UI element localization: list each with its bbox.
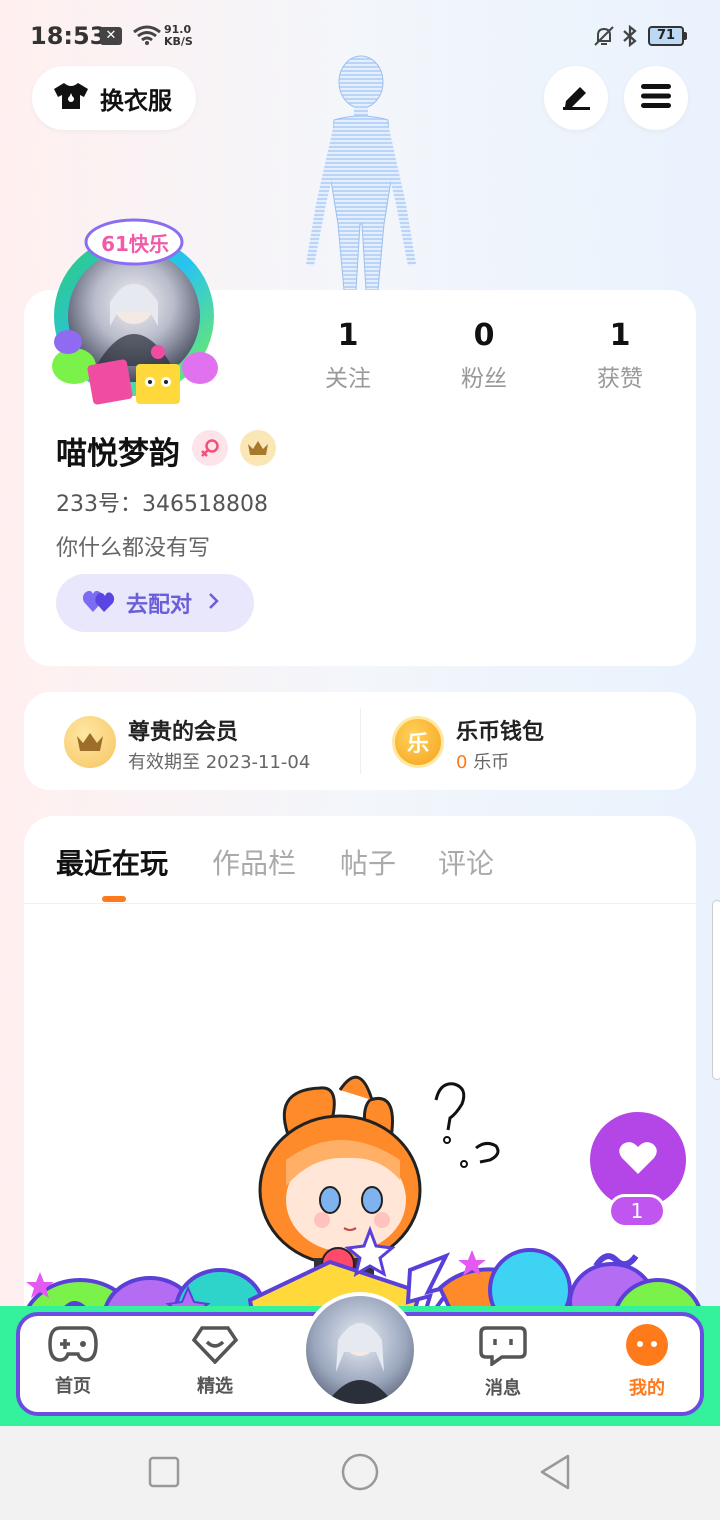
tab-comments[interactable]: 评论 bbox=[438, 842, 494, 882]
nav-messages[interactable]: 消息 bbox=[448, 1324, 558, 1400]
tab-indicator bbox=[102, 896, 126, 902]
coin-icon[interactable]: 乐 bbox=[392, 716, 444, 768]
stat-fans[interactable]: 0 粉丝 bbox=[424, 318, 544, 393]
stat-following[interactable]: 1 关注 bbox=[288, 318, 408, 393]
face-icon bbox=[625, 1324, 669, 1370]
status-time: 18:53 bbox=[30, 22, 107, 50]
following-label: 关注 bbox=[325, 366, 371, 392]
wifi-icon bbox=[132, 24, 162, 50]
nav-home[interactable]: 首页 bbox=[18, 1324, 128, 1398]
hologram-figure[interactable] bbox=[296, 54, 426, 291]
nav-featured-label: 精选 bbox=[197, 1376, 233, 1397]
likes-label: 获赞 bbox=[597, 366, 643, 392]
side-scroll-handle[interactable] bbox=[712, 900, 720, 1080]
nav-featured[interactable]: 精选 bbox=[160, 1324, 270, 1398]
fans-label: 粉丝 bbox=[461, 366, 507, 392]
menu-button[interactable] bbox=[624, 66, 688, 130]
wallet-unit: 乐币 bbox=[473, 752, 510, 773]
net-speed-unit: KB/S bbox=[164, 35, 193, 48]
avatar-badge-text: 61快乐 bbox=[101, 232, 169, 256]
gamepad-icon bbox=[48, 1326, 98, 1368]
bluetooth-icon bbox=[620, 24, 640, 52]
change-outfit-button[interactable]: 换衣服 bbox=[32, 66, 196, 130]
net-speed: 91.0 KB/S bbox=[164, 24, 193, 48]
vip-crown-icon[interactable] bbox=[240, 430, 276, 466]
tshirt-icon bbox=[52, 81, 90, 115]
nav-profile-label: 我的 bbox=[629, 1378, 665, 1399]
battery-indicator: 71 bbox=[648, 26, 684, 46]
double-heart-icon bbox=[82, 588, 116, 618]
fans-count: 0 bbox=[473, 318, 495, 353]
match-label: 去配对 bbox=[126, 593, 193, 618]
stat-likes[interactable]: 1 获赞 bbox=[560, 318, 680, 393]
chevron-right-icon bbox=[208, 592, 220, 614]
nav-messages-label: 消息 bbox=[485, 1378, 521, 1399]
notification-icon: ✕ bbox=[100, 27, 122, 45]
tab-works[interactable]: 作品栏 bbox=[212, 842, 296, 882]
heart-icon bbox=[618, 1140, 658, 1180]
tab-recently-played[interactable]: 最近在玩 bbox=[56, 842, 168, 882]
chat-icon bbox=[478, 1326, 528, 1370]
member-crown-icon[interactable] bbox=[64, 716, 116, 768]
back-triangle-icon[interactable] bbox=[538, 1454, 572, 1494]
nav-center-avatar[interactable] bbox=[302, 1292, 418, 1408]
nav-home-label: 首页 bbox=[55, 1376, 91, 1397]
battery-tip bbox=[684, 32, 687, 40]
coin-icon-text: 乐 bbox=[406, 732, 429, 757]
nav-profile[interactable]: 我的 bbox=[592, 1324, 702, 1400]
pencil-icon bbox=[560, 81, 592, 115]
recents-square-icon[interactable] bbox=[148, 1456, 180, 1492]
wallet-amount: 0 bbox=[456, 752, 468, 773]
heart-diamond-icon bbox=[190, 1326, 240, 1368]
member-title[interactable]: 尊贵的会员 bbox=[128, 714, 238, 746]
user-id: 233号：346518808 bbox=[56, 492, 268, 517]
avatar[interactable]: 61快乐 bbox=[50, 216, 220, 412]
match-button[interactable]: 去配对 bbox=[56, 574, 254, 632]
following-count: 1 bbox=[337, 318, 359, 353]
wallet-balance: 0 乐币 bbox=[456, 748, 509, 774]
system-nav-bar bbox=[0, 1426, 720, 1520]
membership-divider bbox=[360, 708, 361, 774]
username: 喵悦梦韵 bbox=[56, 436, 180, 472]
like-count: 1 bbox=[608, 1194, 666, 1228]
female-icon bbox=[192, 430, 228, 466]
bell-muted-icon bbox=[592, 24, 616, 52]
menu-icon bbox=[640, 82, 672, 114]
member-expiry: 有效期至 2023-11-04 bbox=[128, 752, 311, 773]
tabs-divider bbox=[24, 903, 696, 904]
tab-posts[interactable]: 帖子 bbox=[340, 842, 396, 882]
likes-count: 1 bbox=[609, 318, 631, 353]
home-circle-icon[interactable] bbox=[341, 1453, 379, 1495]
user-bio: 你什么都没有写 bbox=[56, 536, 211, 561]
wallet-title[interactable]: 乐币钱包 bbox=[456, 714, 544, 746]
change-outfit-label: 换衣服 bbox=[100, 86, 172, 115]
edit-button[interactable] bbox=[544, 66, 608, 130]
